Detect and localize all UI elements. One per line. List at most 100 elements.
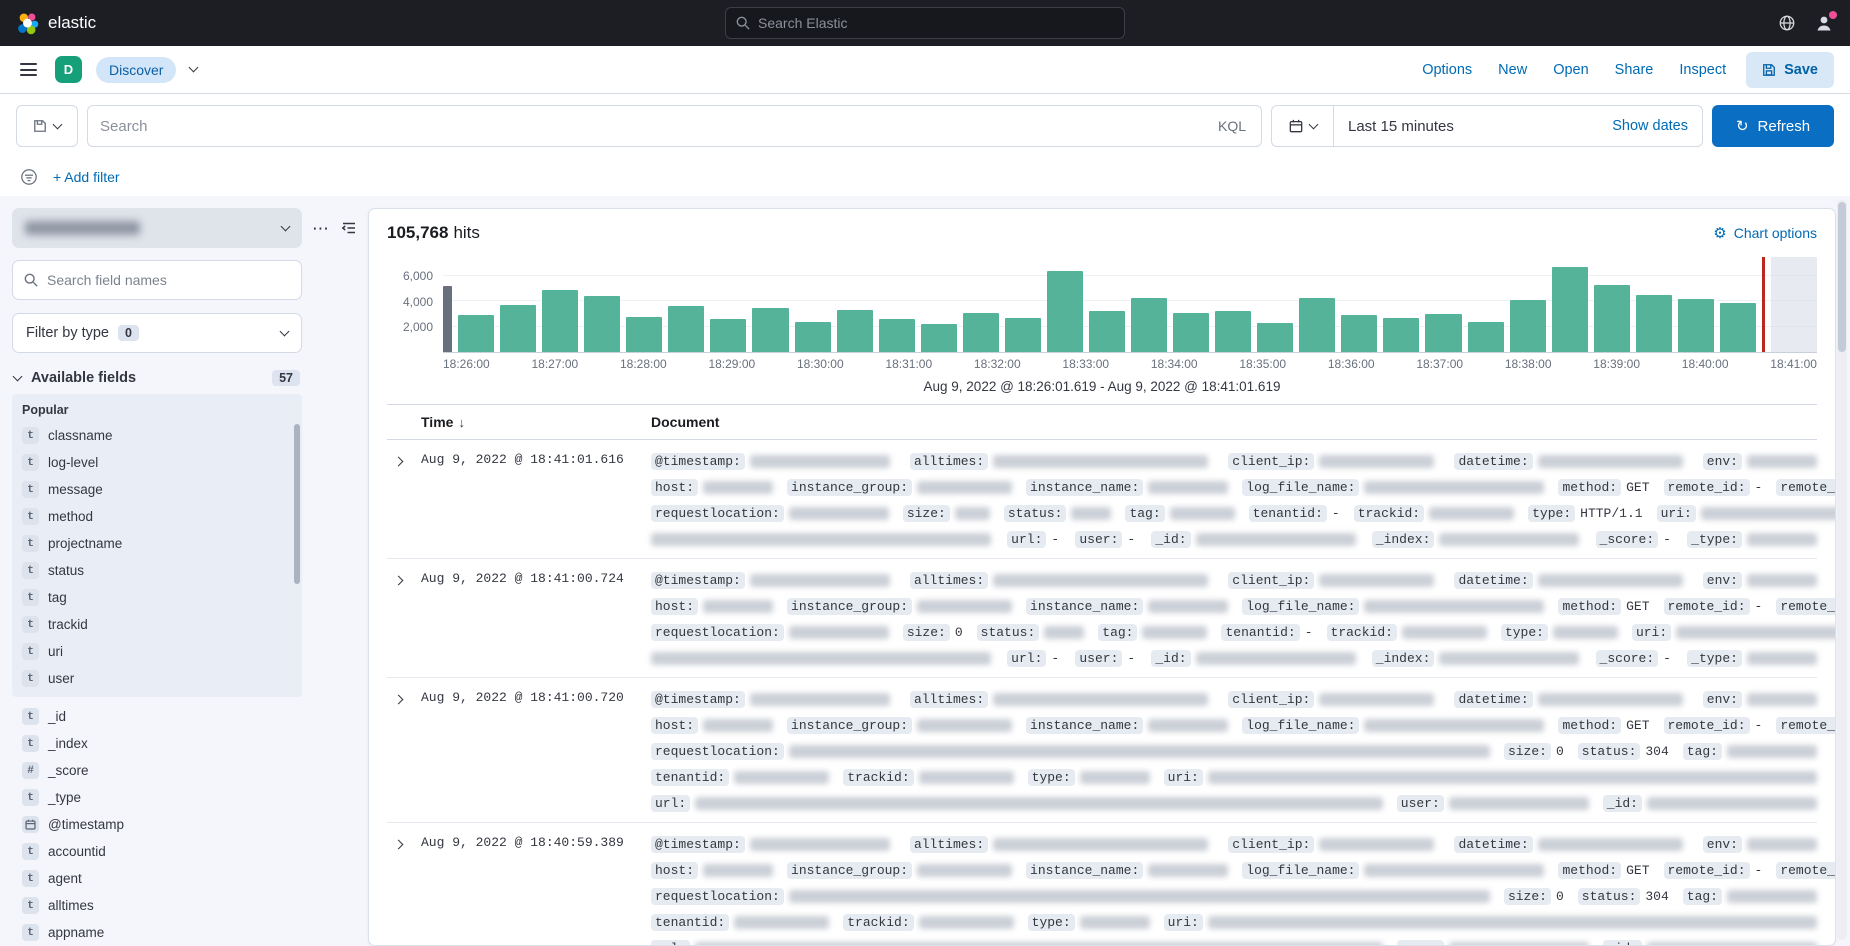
expand-row-button[interactable]: [387, 448, 410, 473]
expand-row-button[interactable]: [387, 567, 410, 592]
histogram-bar[interactable]: [500, 305, 536, 352]
nav-link-inspect[interactable]: Inspect: [1679, 62, 1726, 78]
histogram-bar[interactable]: [1299, 298, 1335, 352]
time-column-header[interactable]: Time ↓: [421, 414, 651, 430]
field-item-projectname[interactable]: tprojectname: [12, 530, 302, 557]
histogram-bar[interactable]: [837, 310, 873, 352]
query-input[interactable]: [100, 118, 1203, 135]
chart-options-button[interactable]: ⚙ Chart options: [1713, 224, 1817, 242]
breadcrumb-chevron-down-icon[interactable]: [189, 63, 199, 73]
histogram-bar[interactable]: [1257, 323, 1293, 352]
kql-language-button[interactable]: KQL: [1203, 106, 1261, 146]
field-item-alltimes[interactable]: talltimes: [12, 892, 302, 919]
field-item-classname[interactable]: tclassname: [12, 422, 302, 449]
refresh-button[interactable]: ↻ Refresh: [1712, 105, 1834, 147]
field-item-uri[interactable]: turi: [12, 638, 302, 665]
histogram-bar[interactable]: [963, 313, 999, 352]
histogram-bar[interactable]: [1383, 318, 1419, 352]
x-axis-tick-label: 18:36:00: [1328, 357, 1375, 371]
histogram-bar[interactable]: [1510, 300, 1546, 352]
nav-link-options[interactable]: Options: [1422, 62, 1472, 78]
time-range-value[interactable]: Last 15 minutes: [1334, 118, 1612, 135]
field-options-ellipsis-icon[interactable]: ⋯: [310, 218, 331, 239]
field-item-method[interactable]: tmethod: [12, 503, 302, 530]
save-button[interactable]: Save: [1746, 52, 1834, 88]
field-item-tag[interactable]: ttag: [12, 584, 302, 611]
field-item-message[interactable]: tmessage: [12, 476, 302, 503]
histogram-bar[interactable]: [1552, 267, 1588, 352]
histogram-bar[interactable]: [1468, 322, 1504, 352]
field-item-trackid[interactable]: ttrackid: [12, 611, 302, 638]
histogram-bar[interactable]: [626, 317, 662, 352]
field-item-log-level[interactable]: tlog-level: [12, 449, 302, 476]
window-scrollbar-thumb[interactable]: [1838, 202, 1846, 352]
histogram-bar[interactable]: [1341, 315, 1377, 352]
field-item-status[interactable]: tstatus: [12, 557, 302, 584]
histogram-bar[interactable]: [1173, 313, 1209, 352]
histogram-bar[interactable]: [1089, 311, 1125, 352]
fields-scrollbar-thumb[interactable]: [294, 424, 300, 584]
nav-link-new[interactable]: New: [1498, 62, 1527, 78]
field-item-_index[interactable]: t_index: [12, 730, 302, 757]
hits-row: 105,768 hits ⚙ Chart options: [387, 223, 1817, 243]
histogram-bar[interactable]: [668, 306, 704, 352]
histogram-bar[interactable]: [1215, 311, 1251, 352]
histogram-bar[interactable]: [542, 290, 578, 352]
histogram-bar[interactable]: [1594, 285, 1630, 352]
available-fields-header[interactable]: Available fields 57: [12, 366, 302, 394]
expand-row-button[interactable]: [387, 686, 410, 711]
expand-row-button[interactable]: [387, 831, 410, 856]
doc-field-remote_id: remote_id:-: [1664, 717, 1763, 734]
show-dates-link[interactable]: Show dates: [1612, 118, 1702, 134]
space-avatar[interactable]: D: [55, 56, 82, 83]
hamburger-menu-icon[interactable]: [16, 59, 41, 80]
histogram-bar[interactable]: [1720, 303, 1756, 352]
sort-descending-icon[interactable]: ↓: [458, 415, 465, 430]
filter-by-type-count: 0: [118, 325, 139, 341]
field-item-_id[interactable]: t_id: [12, 703, 302, 730]
doc-field-instance_name: instance_name:: [1026, 862, 1228, 879]
nav-link-share[interactable]: Share: [1615, 62, 1654, 78]
histogram-bar[interactable]: [879, 319, 915, 352]
global-search-input[interactable]: [758, 15, 1114, 31]
histogram-bar[interactable]: [1131, 298, 1167, 352]
doc-field-datetime: datetime:: [1454, 453, 1682, 470]
field-item-agent[interactable]: tagent: [12, 865, 302, 892]
add-filter-link[interactable]: + Add filter: [53, 169, 120, 185]
histogram-bar[interactable]: [1425, 314, 1461, 352]
date-quick-select-button[interactable]: [1272, 106, 1334, 146]
field-search-input[interactable]: [47, 272, 290, 288]
histogram-bar[interactable]: [1678, 299, 1714, 352]
doc-field-alltimes: alltimes:: [910, 453, 1208, 470]
data-view-selector[interactable]: [12, 208, 302, 248]
field-item-accountid[interactable]: taccountid: [12, 838, 302, 865]
field-item-_score[interactable]: #_score: [12, 757, 302, 784]
field-item-appname[interactable]: tappname: [12, 919, 302, 946]
field-item-@timestamp[interactable]: @timestamp: [12, 811, 302, 838]
collapse-sidebar-button[interactable]: [339, 218, 359, 241]
field-item-_type[interactable]: t_type: [12, 784, 302, 811]
nav-link-open[interactable]: Open: [1553, 62, 1588, 78]
globe-icon[interactable]: [1778, 14, 1796, 32]
redacted-value: [750, 693, 890, 706]
field-item-user[interactable]: tuser: [12, 665, 302, 692]
histogram-bar[interactable]: [795, 322, 831, 352]
histogram-bar[interactable]: [752, 308, 788, 352]
histogram-bar[interactable]: [921, 324, 957, 352]
filter-menu-icon[interactable]: [20, 168, 38, 186]
window-scrollbar[interactable]: [1837, 200, 1847, 940]
elastic-home-link[interactable]: elastic: [16, 12, 96, 35]
user-avatar[interactable]: [1814, 13, 1834, 33]
redacted-value: [1196, 652, 1356, 665]
redacted-value: [1148, 481, 1228, 494]
histogram-bar[interactable]: [1005, 318, 1041, 352]
histogram-bar[interactable]: [1047, 271, 1083, 352]
filter-by-type-button[interactable]: Filter by type 0: [12, 313, 302, 353]
histogram-bar[interactable]: [710, 319, 746, 352]
breadcrumb-discover[interactable]: Discover: [96, 57, 176, 83]
histogram-plot-area[interactable]: [443, 257, 1817, 353]
histogram-bar[interactable]: [584, 296, 620, 352]
histogram-bar[interactable]: [1636, 295, 1672, 352]
histogram-bar[interactable]: [458, 315, 494, 352]
saved-query-menu-button[interactable]: [16, 105, 78, 147]
